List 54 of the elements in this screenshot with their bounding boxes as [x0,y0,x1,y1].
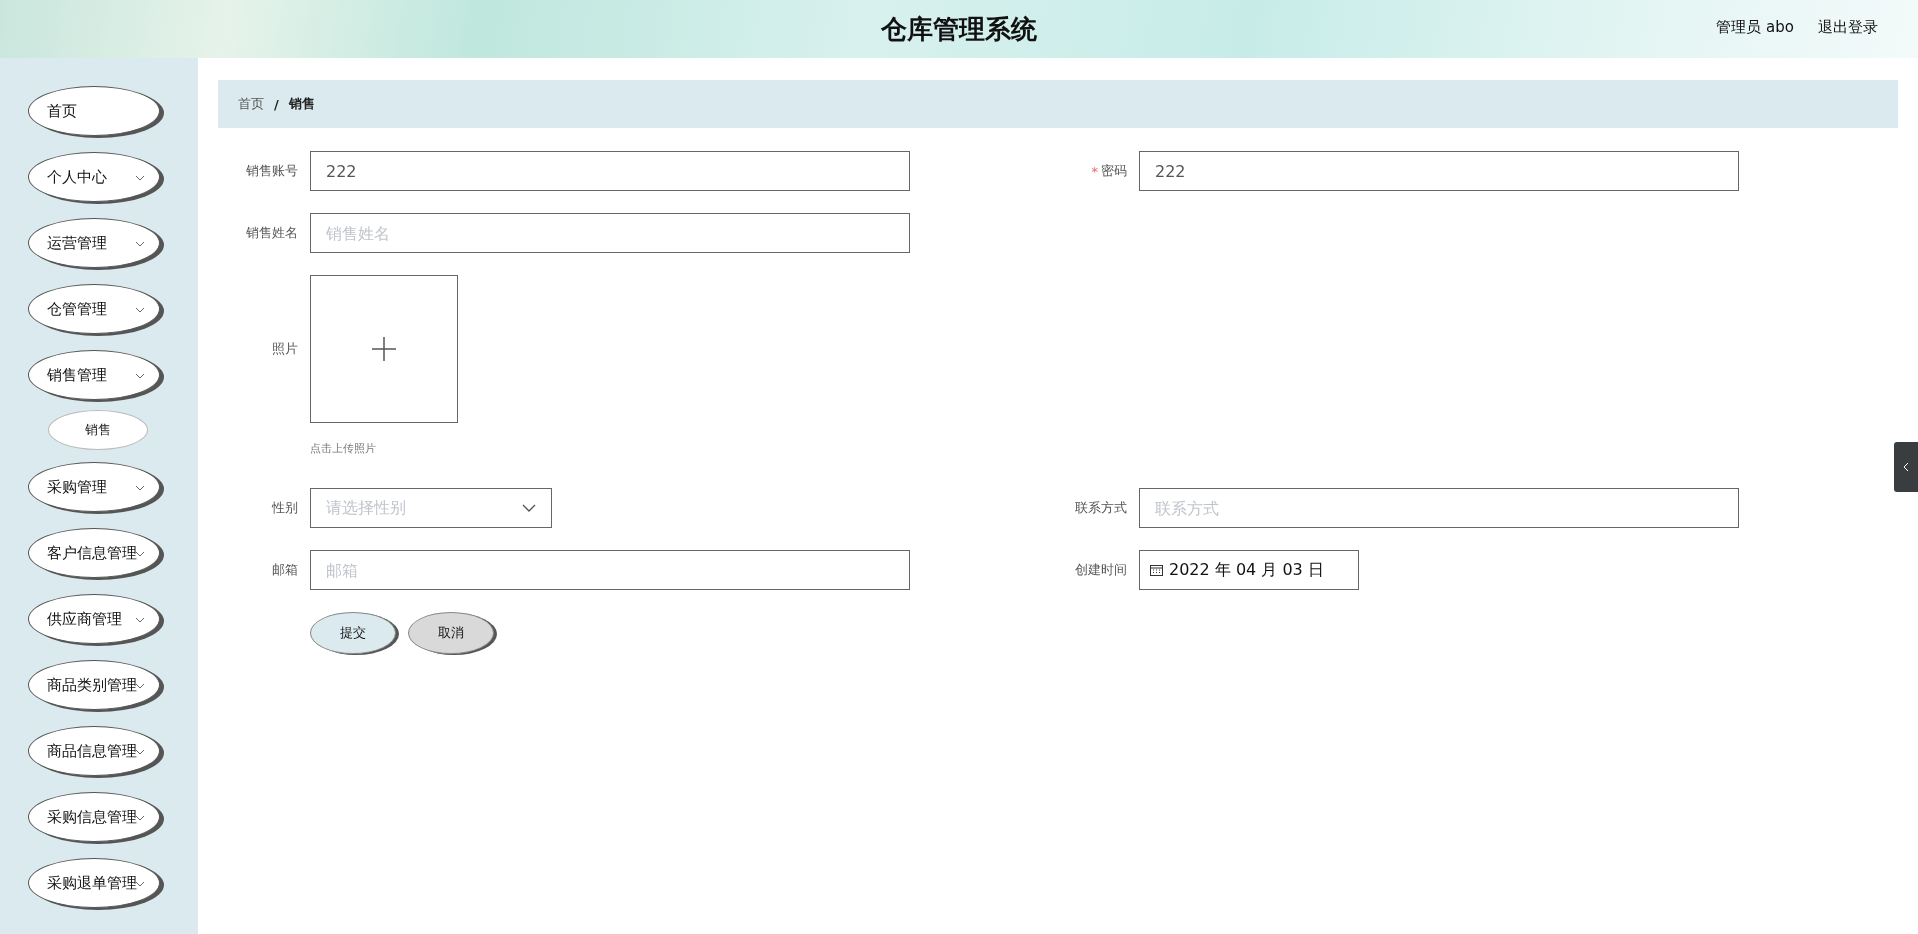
field-label: 密码 [1101,162,1127,180]
field-label: 销售姓名 [246,224,298,242]
text-field[interactable]: 联系方式 [1139,488,1739,528]
menu-item[interactable]: 商品信息管理 [28,726,160,776]
menu-item[interactable]: 商品类别管理 [28,660,160,710]
text-field[interactable]: 222 [310,151,910,191]
field-label: 联系方式 [1075,499,1127,517]
submit-button[interactable]: 提交 [310,612,396,654]
text-field[interactable]: 销售姓名 [310,213,910,253]
breadcrumb-link[interactable]: 首页 [238,95,264,113]
field-label: 性别 [272,499,298,517]
chevron-down-icon [135,307,145,313]
chevron-down-icon [522,504,536,512]
menu-item[interactable]: 仓管管理 [28,284,160,334]
photo-upload[interactable] [310,275,458,423]
menu-item[interactable]: 采购信息管理 [28,792,160,842]
menu-item[interactable]: 客户信息管理 [28,528,160,578]
field-label: 邮箱 [272,561,298,579]
required-asterisk: * [1091,163,1098,179]
side-panel-toggle[interactable] [1894,442,1918,492]
menu-item[interactable]: 供应商管理 [28,594,160,644]
chevron-left-icon [1903,462,1909,472]
chevron-down-icon [135,749,145,755]
field-label: 销售账号 [246,162,298,180]
chevron-down-icon [135,241,145,247]
date-field[interactable]: 2022 年 04 月 03 日 [1139,550,1359,590]
chevron-down-icon [135,815,145,821]
submenu-item[interactable]: 销售 [48,410,148,450]
chevron-down-icon [135,551,145,557]
chevron-down-icon [135,881,145,887]
cancel-button[interactable]: 取消 [408,612,494,654]
chevron-down-icon [135,617,145,623]
chevron-down-icon [135,683,145,689]
field-label: 创建时间 [1075,561,1127,579]
menu-item[interactable]: 首页 [28,86,160,136]
breadcrumb-link[interactable]: 销售 [288,95,315,113]
text-field[interactable]: 邮箱 [310,550,910,590]
menu-item[interactable]: 销售管理 [28,350,160,400]
menu-item[interactable]: 运营管理 [28,218,160,268]
calendar-icon [1150,564,1163,576]
user-name: 管理员 abo [1716,18,1794,37]
logout-link[interactable]: 退出登录 [1818,18,1878,37]
app-title: 仓库管理系统 [881,12,1037,46]
field-label: 照片 [272,340,298,358]
menu-item[interactable]: 采购管理 [28,462,160,512]
upload-hint: 点击上传照片 [310,441,377,456]
chevron-down-icon [135,373,145,379]
menu-item[interactable]: 采购退单管理 [28,858,160,908]
menu-item[interactable]: 个人中心 [28,152,160,202]
text-field[interactable]: 222 [1139,151,1739,191]
chevron-down-icon [135,175,145,181]
chevron-down-icon [135,485,145,491]
plus-icon [372,337,396,361]
breadcrumb-separator: / [274,96,279,112]
